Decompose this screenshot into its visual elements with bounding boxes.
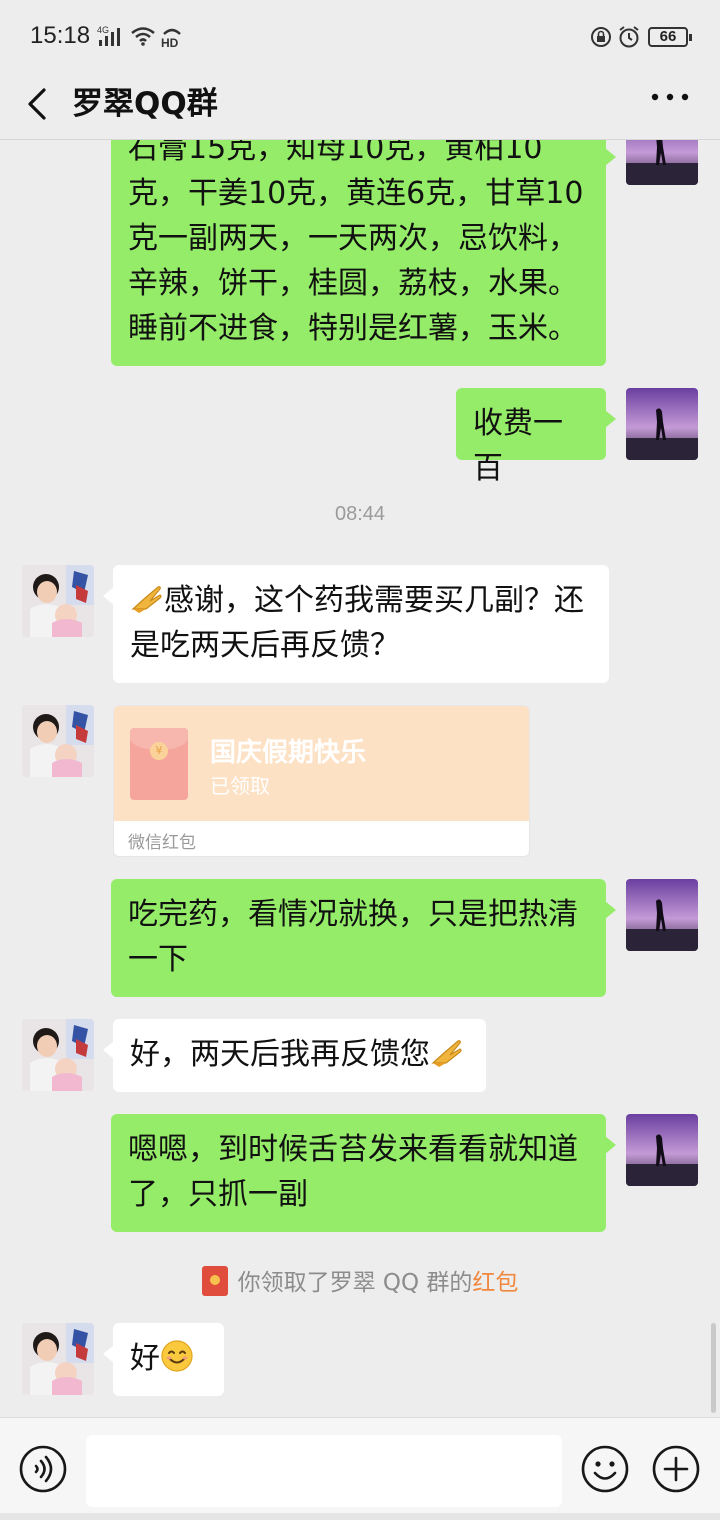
red-packet-icon: ¥ xyxy=(130,728,188,800)
system-notice: 你领取了罗翠 QQ 群的红包 xyxy=(0,1263,720,1297)
my-avatar[interactable] xyxy=(626,1114,698,1186)
wifi-icon xyxy=(131,27,155,46)
system-notice-text: 你领取了罗翠 QQ 群的 xyxy=(237,1270,473,1296)
more-options-icon[interactable] xyxy=(645,82,695,126)
message-bubble[interactable]: 嗯嗯，到时候舌苔发来看看就知道了，只抓一副 xyxy=(111,1114,616,1232)
emoji-picker-icon[interactable] xyxy=(581,1445,629,1493)
sender-avatar[interactable] xyxy=(22,705,94,777)
hd-label: HD xyxy=(161,36,179,48)
message-text: 好 xyxy=(130,1341,160,1376)
hd-call-icon: HD xyxy=(161,28,181,48)
sender-avatar[interactable] xyxy=(22,1019,94,1091)
message-text: 吃完药，看情况就换，只是把热清一下 xyxy=(128,897,578,977)
rotation-lock-icon xyxy=(591,27,611,47)
input-toolbar xyxy=(0,1417,720,1520)
message-bubble[interactable]: 吃完药，看情况就换，只是把热清一下 xyxy=(111,879,616,997)
red-packet-footer: 微信红包 xyxy=(128,833,196,853)
status-bar: 15:18 4G HD 66 xyxy=(0,0,720,70)
red-packet-card[interactable]: ¥ 国庆假期快乐 已领取 微信红包 xyxy=(113,705,530,857)
message-text: 好，两天后我再反馈您 xyxy=(130,1037,430,1072)
folded-hands-emoji-icon xyxy=(131,586,162,613)
chat-header: 罗翠QQ群 xyxy=(0,70,720,140)
sender-avatar[interactable] xyxy=(22,565,94,637)
scrollbar[interactable] xyxy=(711,1323,716,1413)
message-list[interactable]: 石膏15克，知母10克，黄柏10克，干姜10克，黄连6克，甘草10克一副两天，一… xyxy=(0,140,720,1417)
message-bubble[interactable]: 好，两天后我再反馈您 xyxy=(103,1019,486,1092)
back-arrow-icon[interactable] xyxy=(20,82,64,126)
chat-title: 罗翠QQ群 xyxy=(72,86,218,122)
red-packet-status: 已领取 xyxy=(210,774,270,798)
message-text: 收费一百 xyxy=(473,406,563,486)
navigation-gesture-bar xyxy=(0,1513,720,1520)
time-divider: 08:44 xyxy=(334,503,386,525)
message-bubble[interactable]: 收费一百 xyxy=(456,388,616,486)
message-bubble[interactable]: 好 xyxy=(103,1323,224,1396)
red-packet-body: ¥ 国庆假期快乐 已领取 xyxy=(114,706,529,821)
message-text: 嗯嗯，到时候舌苔发来看看就知道了，只抓一副 xyxy=(128,1132,578,1212)
message-bubble[interactable]: 感谢，这个药我需要买几副？还是吃两天后再反馈？ xyxy=(103,565,609,683)
red-packet-title: 国庆假期快乐 xyxy=(210,738,367,768)
my-avatar[interactable] xyxy=(626,388,698,460)
red-packet-link[interactable]: 红包 xyxy=(472,1270,518,1296)
network-type-label: 4G xyxy=(97,25,109,35)
status-time: 15:18 xyxy=(30,22,91,49)
message-text: 石膏15克，知母10克，黄柏10克，干姜10克，黄连6克，甘草10克一副两天，一… xyxy=(128,140,584,346)
message-bubble[interactable]: 石膏15克，知母10克，黄柏10克，干姜10克，黄连6克，甘草10克一副两天，一… xyxy=(111,140,616,366)
folded-hands-emoji-icon xyxy=(431,1040,462,1067)
message-text: 感谢，这个药我需要买几副？还是吃两天后再反馈？ xyxy=(130,583,584,663)
sender-avatar[interactable] xyxy=(22,1323,94,1395)
my-avatar[interactable] xyxy=(626,879,698,951)
red-packet-mini-icon xyxy=(201,1266,228,1296)
signal-icon: 4G xyxy=(97,25,120,46)
smiling-face-emoji-icon xyxy=(161,1340,193,1372)
alarm-icon xyxy=(619,26,639,48)
battery-indicator: 66 xyxy=(648,27,692,47)
my-avatar[interactable] xyxy=(626,140,698,185)
message-input[interactable] xyxy=(86,1435,562,1507)
voice-input-icon[interactable] xyxy=(19,1445,67,1493)
more-functions-icon[interactable] xyxy=(652,1445,700,1493)
